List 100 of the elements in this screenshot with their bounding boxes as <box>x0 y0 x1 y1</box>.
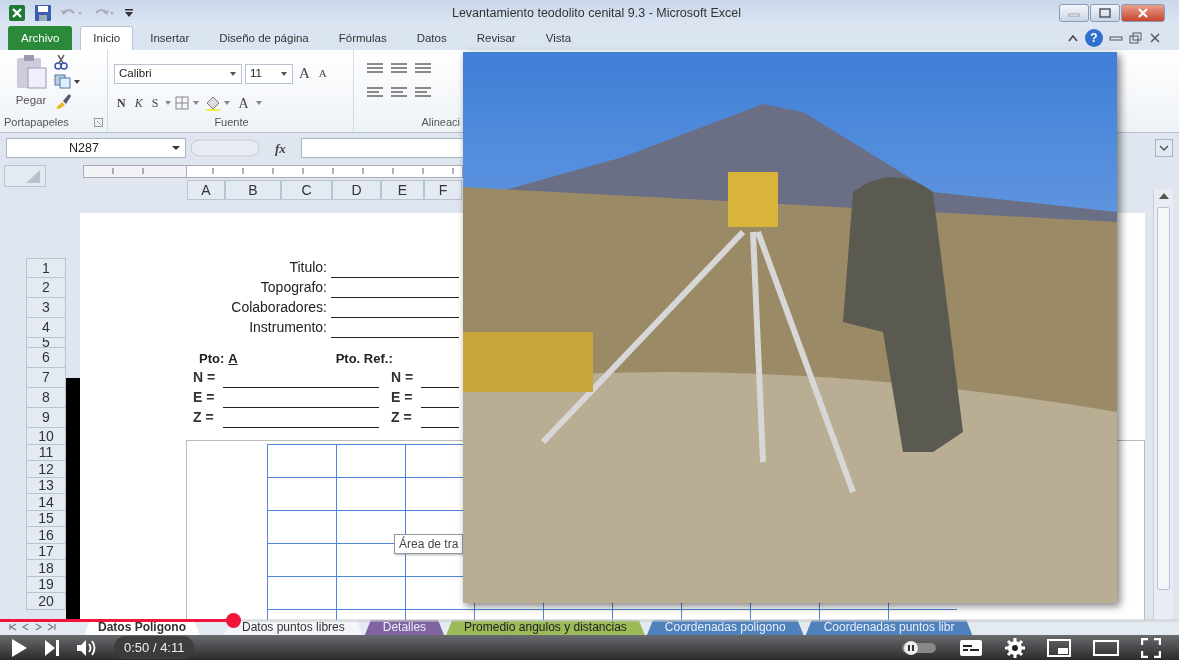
scroll-thumb[interactable] <box>1157 207 1170 591</box>
ribbon-tab[interactable]: Fórmulas <box>325 26 400 51</box>
column-header[interactable]: C <box>281 180 332 201</box>
scissors-icon[interactable] <box>54 54 68 71</box>
row-header[interactable]: 16 <box>26 527 66 544</box>
sheet-tab[interactable]: Datos puntos libres <box>224 620 363 636</box>
subtitles-icon[interactable] <box>959 638 983 657</box>
formula-input[interactable] <box>300 138 464 159</box>
sheet-tab[interactable]: Coordenadas poligono <box>646 620 804 636</box>
group-label: Alineaci <box>421 114 460 130</box>
row-header[interactable]: 18 <box>26 560 66 577</box>
progress-track[interactable] <box>0 619 1179 622</box>
caret-icon[interactable] <box>164 100 173 107</box>
next-button[interactable] <box>44 638 60 657</box>
vertical-scrollbar[interactable] <box>1153 189 1173 621</box>
row-header[interactable]: 4 <box>26 318 66 339</box>
ribbon-tab[interactable]: Revisar <box>463 26 529 51</box>
video-time: 0:50 / 4:11 <box>114 635 195 660</box>
row-header[interactable]: 8 <box>26 388 66 409</box>
paint-bucket-icon[interactable] <box>204 95 233 112</box>
minimize-icon[interactable] <box>1109 33 1123 44</box>
window-title: Levantamiento teodolito cenital 9.3 - Microsoft Excel <box>450 4 742 22</box>
close-icon[interactable] <box>1149 32 1161 45</box>
caret-icon <box>171 145 181 152</box>
align-icon[interactable] <box>414 62 432 75</box>
dialog-launcher-icon[interactable] <box>94 117 103 127</box>
column-header[interactable]: B <box>225 180 281 201</box>
row-header[interactable]: 9 <box>26 408 66 429</box>
row-header[interactable]: 7 <box>26 368 66 389</box>
underline-button[interactable]: S <box>148 94 162 113</box>
row-header[interactable]: 20 <box>26 593 66 610</box>
caret-icon[interactable] <box>254 100 263 107</box>
restore-icon <box>1099 8 1111 19</box>
align-icon[interactable] <box>366 86 384 99</box>
ribbon-tab[interactable]: Diseño de página <box>206 26 322 51</box>
italic-button[interactable]: K <box>131 94 146 113</box>
brush-icon[interactable] <box>54 92 72 111</box>
settings-icon[interactable] <box>1005 637 1025 658</box>
row-header[interactable]: 3 <box>26 298 66 319</box>
shrink-font-button[interactable]: A <box>315 65 330 82</box>
row-header[interactable]: 2 <box>26 278 66 299</box>
grow-font-button[interactable]: A <box>296 62 313 85</box>
autoplay-toggle-icon[interactable] <box>901 639 937 656</box>
sheet-nav-icon[interactable] <box>47 623 57 632</box>
borders-icon[interactable] <box>175 96 202 111</box>
row-header[interactable]: 5 <box>26 338 66 349</box>
column-header[interactable]: E <box>381 180 424 201</box>
miniplayer-icon[interactable] <box>1047 638 1071 657</box>
ribbon-tab[interactable]: Archivo <box>8 26 73 51</box>
collapse-ribbon-icon[interactable] <box>1067 33 1079 44</box>
minimize-button[interactable] <box>1059 4 1089 23</box>
spreadsheet-app-icon <box>8 4 26 23</box>
sheet-tab[interactable]: Promedio angulos y distancias <box>446 620 645 636</box>
column-header[interactable]: F <box>424 180 462 201</box>
align-icon[interactable] <box>390 62 408 75</box>
sheet-tab[interactable]: Detalles <box>364 620 445 636</box>
column-header[interactable]: A <box>187 180 225 201</box>
sheet-nav-icon[interactable] <box>8 623 18 632</box>
caret-icon <box>229 70 237 77</box>
row-header[interactable]: 14 <box>26 494 66 511</box>
name-box[interactable]: N287 <box>6 138 186 159</box>
coordinate-label: N = <box>193 368 217 388</box>
align-icon[interactable] <box>414 86 432 99</box>
close-button[interactable] <box>1121 4 1165 23</box>
point-value: A <box>228 349 238 368</box>
row-header[interactable]: 1 <box>26 258 66 279</box>
row-header[interactable]: 6 <box>26 348 66 369</box>
align-icon[interactable] <box>366 62 384 75</box>
expand-icon[interactable] <box>1155 139 1173 158</box>
save-icon[interactable] <box>34 4 52 23</box>
row-header[interactable]: 10 <box>26 428 66 445</box>
play-button[interactable] <box>10 637 28 658</box>
next-icon <box>44 638 60 657</box>
volume-icon <box>76 638 98 657</box>
volume-button[interactable] <box>76 638 98 657</box>
clipboard-icon[interactable] <box>14 54 48 91</box>
font-color-button[interactable]: A <box>235 92 252 114</box>
caret-icon <box>280 70 288 77</box>
close-icon <box>1137 8 1149 19</box>
font-size-dropdown[interactable]: 11 <box>245 63 293 84</box>
sheet-tab[interactable]: Coordenadas puntos libr <box>805 620 973 636</box>
theater-mode-icon[interactable] <box>1093 639 1119 656</box>
maximize-button[interactable] <box>1090 4 1120 23</box>
ribbon-tab[interactable]: Inicio <box>80 26 134 51</box>
ribbon-tab[interactable]: Insertar <box>137 26 203 51</box>
ribbon-tab[interactable]: Vista <box>532 26 585 51</box>
bold-button[interactable]: N <box>114 94 129 113</box>
row-header[interactable]: 12 <box>26 461 66 478</box>
column-header[interactable]: D <box>332 180 381 201</box>
fullscreen-icon[interactable] <box>1141 637 1161 658</box>
ruler-icon <box>83 165 463 179</box>
help-button[interactable]: ? <box>1085 29 1103 48</box>
ribbon-tab[interactable]: Datos <box>403 26 460 51</box>
insert-function-button[interactable]: fx <box>272 138 289 159</box>
align-icon[interactable] <box>390 86 408 99</box>
paste-label[interactable]: Pegar <box>15 92 47 110</box>
copy-icon[interactable] <box>54 73 82 90</box>
font-name-dropdown[interactable]: Calibri <box>114 63 242 84</box>
dropdown-icon[interactable] <box>124 8 134 19</box>
restore-icon[interactable] <box>1129 32 1143 45</box>
